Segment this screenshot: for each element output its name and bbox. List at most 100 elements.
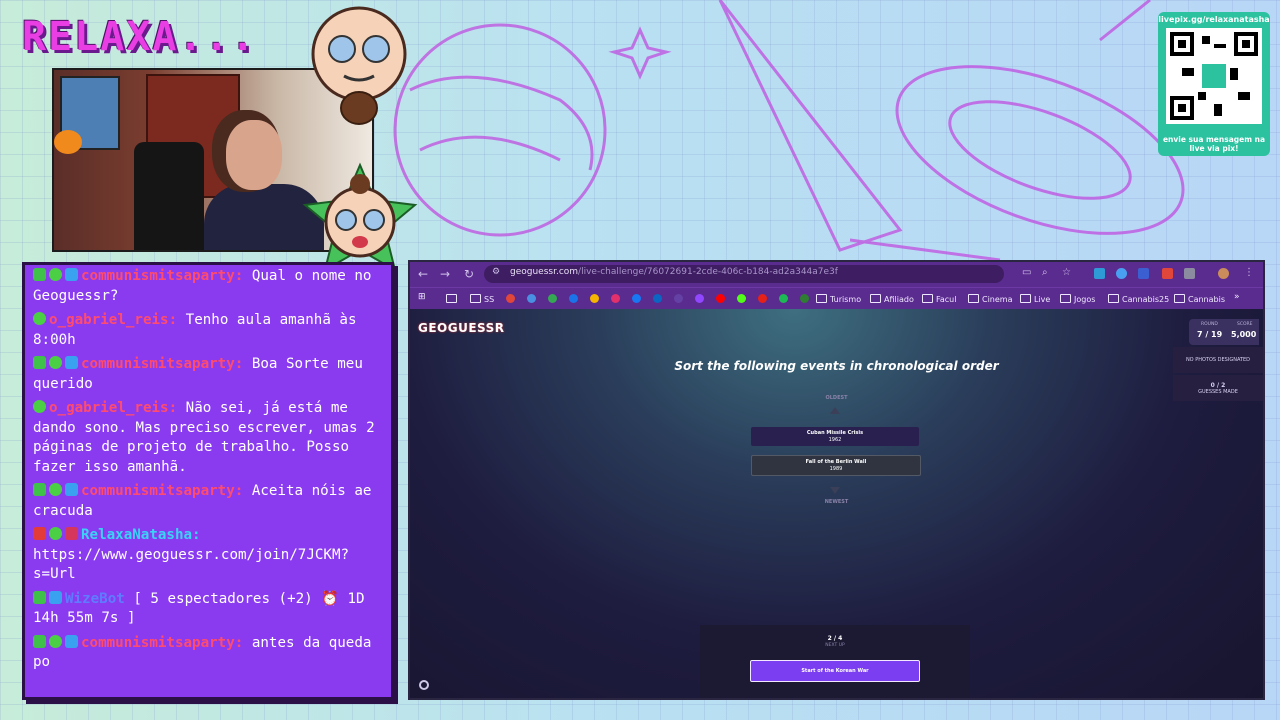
bookmark-favicon[interactable]	[758, 294, 767, 303]
arrow-down-icon	[830, 487, 840, 494]
chat-badge-icon	[33, 268, 46, 281]
next-event-panel: 2 / 4 NEXT UP Start of the Korean War	[700, 625, 970, 698]
bookmark-folder[interactable]	[446, 294, 460, 304]
chat-username[interactable]: RelaxaNatasha:	[81, 527, 201, 543]
oldest-label: OLDEST	[825, 395, 848, 401]
bookmark-folder-turismo[interactable]: Turismo	[816, 294, 861, 304]
score-value: 5,000	[1231, 330, 1257, 339]
extension-icon[interactable]	[1094, 268, 1105, 279]
chat-panel: communismitsaparty: Qual o nome no Geogu…	[22, 262, 394, 700]
chat-message: o_gabriel_reis: Não sei, já está me dand…	[33, 399, 383, 477]
forward-icon[interactable]: →	[440, 267, 450, 281]
bookmark-folder-afiliado[interactable]: Afiliado	[870, 294, 914, 304]
progress-count: 2 / 4	[827, 635, 843, 642]
chat-username[interactable]: o_gabriel_reis:	[49, 400, 177, 416]
chat-badge-icon	[65, 527, 78, 540]
bookmark-favicon[interactable]	[779, 294, 788, 303]
bookmark-favicon[interactable]	[800, 294, 809, 303]
newest-label: NEWEST	[824, 499, 849, 505]
extension-icon[interactable]	[1138, 268, 1149, 279]
pix-qr-panel: livepix.gg/relaxanatasha envie sua mensa…	[1158, 12, 1270, 156]
score-label: SCORE	[1237, 322, 1253, 327]
chat-messages: communismitsaparty: Qual o nome no Geogu…	[33, 267, 383, 678]
chat-badge-icon	[49, 356, 62, 369]
bookmark-folder-live[interactable]: Live	[1020, 294, 1050, 304]
extension-icon[interactable]	[1162, 268, 1173, 279]
streamer	[204, 114, 324, 250]
chat-username[interactable]: o_gabriel_reis:	[49, 312, 177, 328]
bookmark-folder-cannabis25[interactable]: Cannabis25	[1108, 294, 1169, 304]
bookmark-favicon[interactable]	[548, 294, 557, 303]
chat-username[interactable]: communismitsaparty:	[81, 268, 243, 284]
bookmark-favicon[interactable]	[674, 294, 683, 303]
bookmark-favicon[interactable]	[590, 294, 599, 303]
chat-badge-icon	[33, 483, 46, 496]
cast-icon[interactable]: ▭	[1022, 267, 1031, 278]
bookmark-folder-ss[interactable]: SS	[470, 294, 494, 304]
chat-message: communismitsaparty: antes da queda po	[33, 634, 383, 673]
menu-kebab-icon[interactable]: ⋮	[1244, 267, 1254, 278]
next-event-card[interactable]: Start of the Korean War	[750, 660, 920, 682]
chat-message: RelaxaNatasha: https://www.geoguessr.com…	[33, 526, 383, 585]
chat-username[interactable]: WizeBot	[65, 591, 125, 607]
url-bar[interactable]: ⚙ geoguessr.com/live-challenge/76072691-…	[484, 265, 1004, 283]
chair	[134, 142, 204, 250]
bookmark-favicon[interactable]	[506, 294, 515, 303]
site-info-icon[interactable]: ⚙	[492, 267, 500, 277]
reload-icon[interactable]: ↻	[464, 267, 474, 281]
round-value: 7 / 19	[1197, 330, 1223, 339]
chat-badge-icon	[65, 268, 78, 281]
chat-message: o_gabriel_reis: Tenho aula amanhã às 8:0…	[33, 311, 383, 350]
chat-message: communismitsaparty: Aceita nóis ae cracu…	[33, 482, 383, 521]
browser-window: ← → ↻ ⚙ geoguessr.com/live-challenge/760…	[408, 260, 1265, 700]
bookmark-favicon[interactable]	[716, 294, 725, 303]
bookmark-favicon[interactable]	[611, 294, 620, 303]
back-icon[interactable]: ←	[418, 267, 428, 281]
extensions-puzzle-icon[interactable]	[1184, 268, 1195, 279]
chat-badge-icon	[65, 483, 78, 496]
chat-badge-icon	[49, 483, 62, 496]
url-domain: geoguessr.com	[510, 267, 579, 277]
bookmark-folder-facul[interactable]: Facul	[922, 294, 956, 304]
chat-username[interactable]: communismitsaparty:	[81, 356, 243, 372]
more-bookmarks-icon[interactable]: »	[1234, 292, 1240, 302]
chat-message: communismitsaparty: Boa Sorte meu querid…	[33, 355, 383, 394]
chat-badge-icon	[33, 312, 46, 325]
chat-badge-icon	[49, 527, 62, 540]
chat-username[interactable]: communismitsaparty:	[81, 483, 243, 499]
bookmark-favicon[interactable]	[569, 294, 578, 303]
apps-grid-icon[interactable]: ⊞	[418, 292, 426, 302]
bookmark-star-icon[interactable]: ☆	[1062, 267, 1071, 278]
question-prompt: Sort the following events in chronologic…	[674, 359, 999, 373]
event-card[interactable]: Cuban Missile Crisis 1962	[751, 427, 919, 446]
bookmark-favicon[interactable]	[632, 294, 641, 303]
overlay-title: RELAXA...	[22, 14, 257, 60]
geoguessr-game: GEOGUESSR ROUND 7 / 19 SCORE 5,000 NO PH…	[410, 309, 1263, 698]
profile-avatar[interactable]	[1218, 268, 1229, 279]
geoguessr-logo[interactable]: GEOGUESSR	[418, 321, 505, 335]
bookmark-favicon[interactable]	[737, 294, 746, 303]
bookmark-folder-jogos[interactable]: Jogos	[1060, 294, 1095, 304]
extension-icon[interactable]	[1116, 268, 1127, 279]
bookmark-folder-cinema[interactable]: Cinema	[968, 294, 1013, 304]
mascot-top	[311, 6, 407, 125]
bookmark-folder-cannabis[interactable]: Cannabis	[1174, 294, 1225, 304]
chat-badge-icon	[33, 356, 46, 369]
settings-icon[interactable]	[419, 680, 429, 690]
chat-badge-icon	[33, 400, 46, 413]
bookmark-favicon[interactable]	[695, 294, 704, 303]
arrow-up-icon	[830, 407, 840, 414]
zoom-icon[interactable]: ⌕	[1042, 267, 1048, 278]
chat-badge-icon	[33, 634, 46, 648]
url-path: /live-challenge/76072691-2cde-406c-b184-…	[578, 267, 838, 277]
chat-message: communismitsaparty: Qual o nome no Geogu…	[33, 267, 383, 306]
bookmark-favicon[interactable]	[653, 294, 662, 303]
bookmark-favicon[interactable]	[527, 294, 536, 303]
chat-badge-icon	[49, 634, 62, 648]
bookmarks-bar: ⊞ SS Turismo Afiliado Facul Cinema Live …	[410, 287, 1263, 310]
chat-badge-icon	[65, 634, 78, 648]
event-card[interactable]: Fall of the Berlin Wall 1989	[751, 455, 921, 476]
chat-username[interactable]: communismitsaparty:	[81, 635, 243, 651]
round-label: ROUND	[1201, 322, 1218, 327]
chat-badge-icon	[65, 356, 78, 369]
